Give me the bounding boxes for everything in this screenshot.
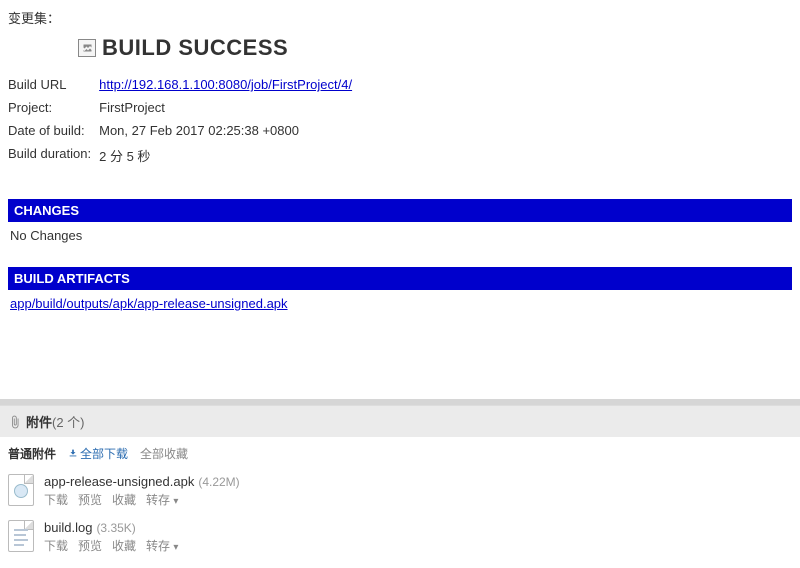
changes-header: CHANGES — [8, 199, 792, 222]
attachment-item: build.log (3.35K) 下载预览收藏转存 ▾ — [8, 514, 792, 560]
paperclip-icon — [8, 415, 22, 429]
project-label: Project: — [8, 96, 99, 119]
attachments-title: 附件 — [26, 412, 52, 431]
preview-button[interactable]: 预览 — [78, 493, 102, 507]
preview-button[interactable]: 预览 — [78, 539, 102, 553]
date-label: Date of build: — [8, 119, 99, 142]
attachments-list: app-release-unsigned.apk(4.22M)下载预览收藏转存 … — [0, 468, 800, 568]
attachment-item: app-release-unsigned.apk (4.22M) 下载预览收藏转存 … — [8, 468, 792, 514]
download-all-button[interactable]: 全部下载 — [68, 445, 128, 462]
download-button[interactable]: 下载 — [44, 493, 68, 507]
build-status: BUILD SUCCESS — [78, 35, 792, 61]
apk-file-icon — [8, 474, 34, 506]
build-status-text: BUILD SUCCESS — [102, 35, 288, 61]
transfer-button[interactable]: 转存 ▾ — [146, 493, 188, 507]
changeset-label: 变更集： — [8, 8, 792, 27]
download-button[interactable]: 下载 — [44, 539, 68, 553]
changes-body: No Changes — [8, 222, 792, 263]
log-file-icon — [8, 520, 34, 552]
build-url-link[interactable]: http://192.168.1.100:8080/job/FirstProje… — [99, 77, 352, 92]
favorite-button[interactable]: 收藏 — [112, 539, 136, 553]
duration-label: Build duration: — [8, 142, 99, 169]
chevron-down-icon: ▾ — [173, 542, 178, 553]
file-size: (3.35K) — [96, 521, 135, 535]
file-name: app-release-unsigned.apk — [44, 474, 194, 489]
transfer-button[interactable]: 转存 ▾ — [146, 539, 188, 553]
file-size: (4.22M) — [198, 475, 239, 489]
chevron-down-icon: ▾ — [173, 496, 178, 507]
duration-value: 2 分 5 秒 — [99, 142, 360, 169]
file-actions: 下载预览收藏转存 ▾ — [44, 537, 792, 554]
download-icon — [68, 447, 78, 461]
artifacts-body: app/build/outputs/apk/app-release-unsign… — [8, 290, 792, 331]
build-url-label: Build URL — [8, 73, 99, 96]
attachments-count: (2 个) — [52, 412, 85, 431]
favorite-all-button[interactable]: 全部收藏 — [140, 445, 188, 462]
file-actions: 下载预览收藏转存 ▾ — [44, 491, 792, 508]
date-value: Mon, 27 Feb 2017 02:25:38 +0800 — [99, 119, 360, 142]
file-name: build.log — [44, 520, 92, 535]
attachments-toolbar: 普通附件 全部下载 全部收藏 — [0, 437, 800, 468]
build-info-table: Build URL http://192.168.1.100:8080/job/… — [8, 73, 360, 169]
artifact-link[interactable]: app/build/outputs/apk/app-release-unsign… — [10, 296, 288, 311]
project-value: FirstProject — [99, 96, 360, 119]
artifacts-header: BUILD ARTIFACTS — [8, 267, 792, 290]
broken-image-icon — [78, 39, 96, 57]
favorite-button[interactable]: 收藏 — [112, 493, 136, 507]
attachments-type-label: 普通附件 — [8, 445, 56, 462]
attachments-header: 附件 (2 个) — [0, 405, 800, 437]
